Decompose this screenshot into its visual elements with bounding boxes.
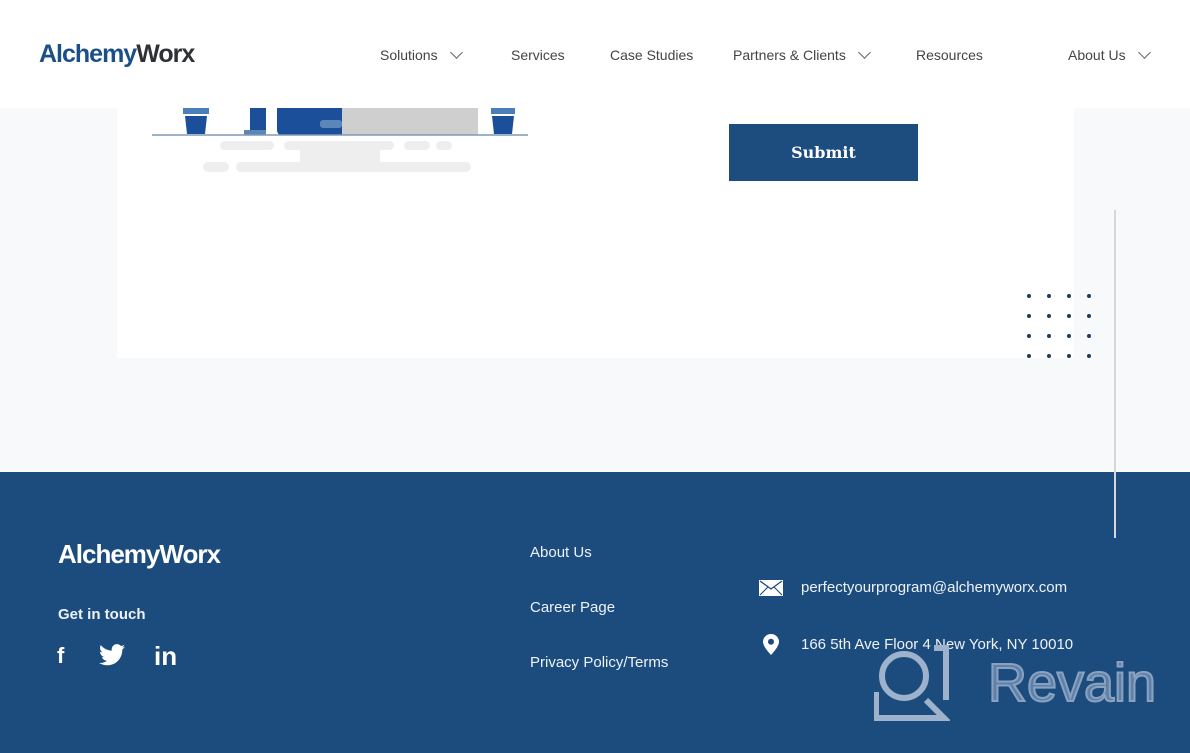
page: AlchemyWorx Solutions Services Case Stud… [0,0,1190,753]
dot [1087,314,1091,318]
footer-link-about-us[interactable]: About Us [530,544,592,561]
dot [1067,294,1071,298]
nav-label: Case Studies [610,47,694,63]
nav-partners-clients[interactable]: Partners & Clients [733,46,871,63]
dot [1027,354,1031,358]
site-footer: AlchemyWorx Get in touch f in About Us C… [0,472,1190,753]
chevron-down-icon [449,46,463,59]
facebook-icon: f [57,643,65,668]
nav-resources[interactable]: Resources [916,47,983,63]
site-header: AlchemyWorx Solutions Services Case Stud… [0,0,1190,108]
plant-leaves [183,108,209,114]
revain-logo-icon [874,645,950,721]
person-leg [250,108,266,130]
dot [1047,294,1051,298]
nav-label: About Us [1068,47,1126,63]
location-pin-icon [763,634,779,655]
dot [1047,314,1051,318]
dot [1087,334,1091,338]
twitter-link[interactable] [99,644,125,671]
linkedin-link[interactable]: in [154,641,177,672]
shadow [236,162,471,172]
nav-label: Resources [916,47,983,63]
contact-email[interactable]: perfectyourprogram@alchemyworx.com [801,579,1067,596]
footer-link-career-page[interactable]: Career Page [530,599,615,616]
nav-about-us[interactable]: About Us [1068,46,1151,63]
get-in-touch-heading: Get in touch [58,606,146,623]
shadow [404,141,430,150]
twitter-icon [99,644,125,666]
chevron-down-icon [857,46,871,59]
revain-watermark-text: Revain [987,652,1157,714]
plant-pot [185,116,207,134]
facebook-link[interactable]: f [57,643,64,669]
office-illustration [152,108,528,172]
dot [1027,314,1031,318]
dot [1087,354,1091,358]
logo-part-2: Worx [136,40,195,68]
decorative-vertical-line [1114,210,1116,538]
shadow [220,141,274,150]
shadow [300,148,380,162]
footer-logo[interactable]: AlchemyWorx [58,539,221,570]
nav-label: Services [511,47,565,63]
footer-link-privacy-terms[interactable]: Privacy Policy/Terms [530,654,668,671]
shadow [436,141,452,150]
nav-services[interactable]: Services [511,47,565,63]
dot [1087,294,1091,298]
nav-solutions[interactable]: Solutions [380,46,463,63]
dot [1067,314,1071,318]
chevron-down-icon [1137,46,1151,59]
logo[interactable]: AlchemyWorx [39,40,195,69]
dot [1047,354,1051,358]
dot [1027,334,1031,338]
dot [1067,354,1071,358]
decorative-dot-grid [1027,294,1097,360]
plant-pot [492,116,514,134]
cushion [320,120,342,128]
nav-label: Solutions [380,47,438,63]
nav-case-studies[interactable]: Case Studies [610,47,693,63]
dot [1067,334,1071,338]
linkedin-icon: in [154,641,178,671]
envelope-icon [759,580,783,596]
dot [1027,294,1031,298]
dot [1047,334,1051,338]
submit-button[interactable]: Submit [729,124,918,181]
table [342,108,478,135]
plant-leaves [491,108,515,114]
nav-label: Partners & Clients [733,47,846,63]
revain-watermark: Revain [874,644,1157,722]
shadow [203,162,229,172]
logo-part-1: Alchemy [39,40,137,68]
